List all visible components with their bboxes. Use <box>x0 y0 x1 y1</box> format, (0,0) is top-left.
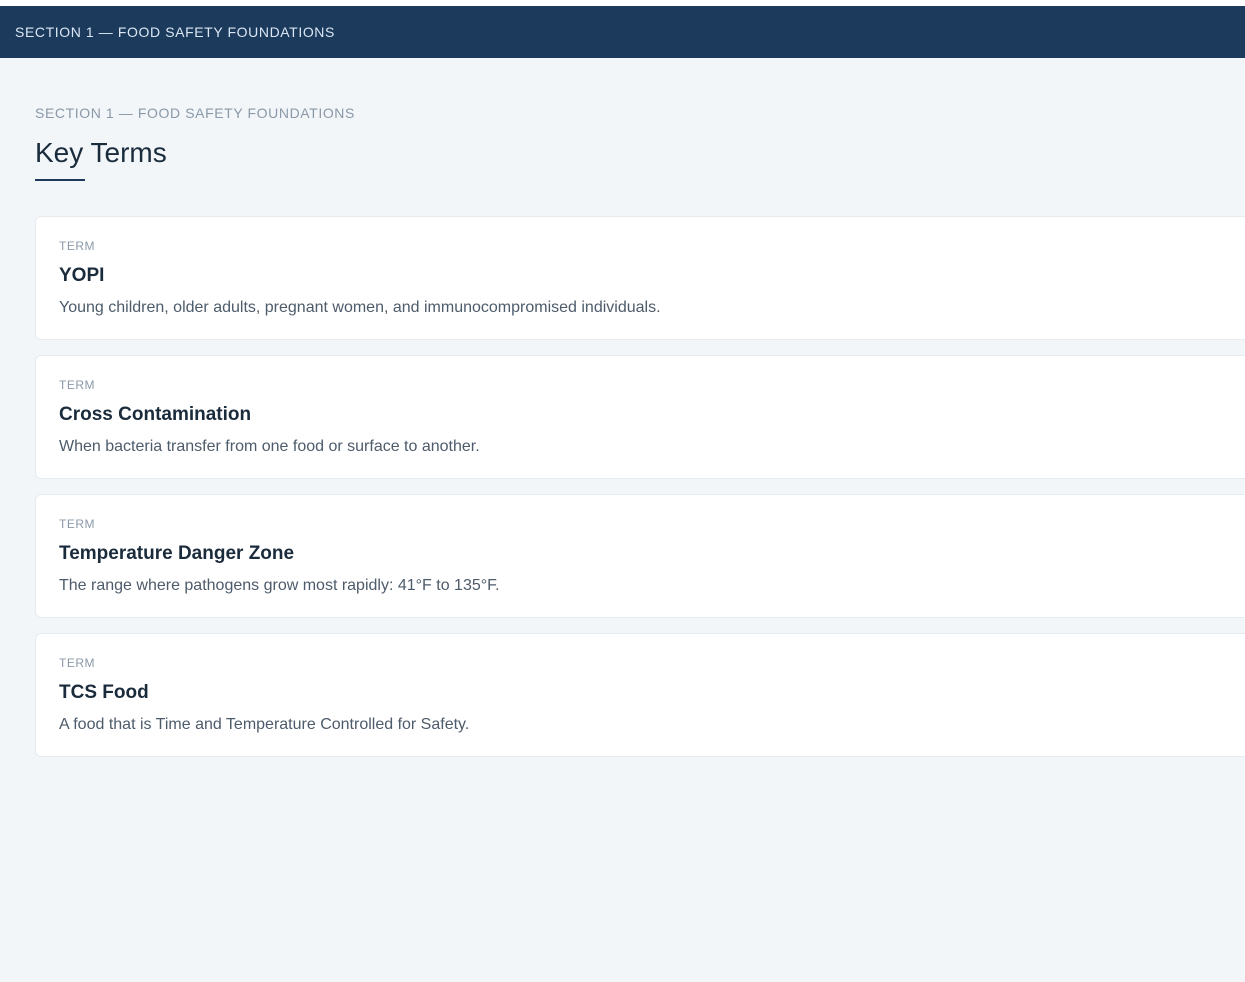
term-card-kicker: TERM <box>59 517 95 531</box>
top-bar: SECTION 1 — FOOD SAFETY FOUNDATIONS <box>0 6 1245 58</box>
term-card-title: TCS Food <box>59 682 149 703</box>
term-card-description: A food that is Time and Temperature Cont… <box>59 716 470 733</box>
term-card-list: TERM YOPI Young children, older adults, … <box>35 216 1245 757</box>
term-card-description: Young children, older adults, pregnant w… <box>59 299 661 316</box>
term-card: TERM Temperature Danger Zone The range w… <box>35 494 1245 618</box>
term-card-description: The range where pathogens grow most rapi… <box>59 577 500 594</box>
top-bar-title: SECTION 1 — FOOD SAFETY FOUNDATIONS <box>15 24 335 40</box>
page-title: Key Terms <box>35 137 167 168</box>
term-card-kicker: TERM <box>59 239 95 253</box>
term-card: TERM TCS Food A food that is Time and Te… <box>35 633 1245 757</box>
term-card-kicker: TERM <box>59 656 95 670</box>
section-eyebrow: SECTION 1 — FOOD SAFETY FOUNDATIONS <box>35 105 355 121</box>
term-card-title: Temperature Danger Zone <box>59 543 295 564</box>
term-card: TERM Cross Contamination When bacteria t… <box>35 355 1245 479</box>
term-card-title: Cross Contamination <box>59 404 252 425</box>
term-card-description: When bacteria transfer from one food or … <box>59 438 480 455</box>
title-underline <box>35 179 85 181</box>
term-card: TERM YOPI Young children, older adults, … <box>35 216 1245 340</box>
term-card-kicker: TERM <box>59 378 95 392</box>
page: SECTION 1 — FOOD SAFETY FOUNDATIONS SECT… <box>0 0 1245 982</box>
term-card-title: YOPI <box>59 265 105 286</box>
main-content: SECTION 1 — FOOD SAFETY FOUNDATIONS Key … <box>35 104 1245 772</box>
